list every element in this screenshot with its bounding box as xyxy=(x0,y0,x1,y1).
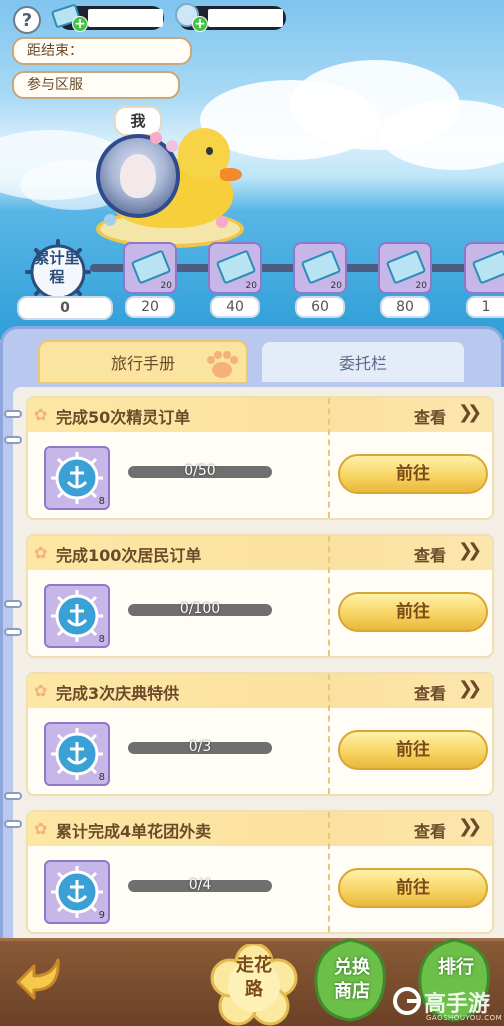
double-chevron-right-icon[interactable]: ❯❯ xyxy=(458,678,482,699)
reward-item[interactable]: 8 xyxy=(44,584,110,648)
progress-text: 0/50 xyxy=(184,463,216,479)
milestone-reward[interactable]: 20 xyxy=(293,242,347,294)
flower-decoration xyxy=(216,216,228,228)
server-label: 参与区服 xyxy=(27,77,83,93)
ticket-icon xyxy=(385,249,427,285)
mileage-current: 0 xyxy=(17,296,113,320)
reward-item[interactable]: 8 xyxy=(44,446,110,510)
duck-beak xyxy=(220,168,242,181)
dashed-divider xyxy=(328,812,330,932)
dashed-divider xyxy=(328,536,330,656)
flower-decoration xyxy=(150,132,162,144)
binder-ring xyxy=(4,628,22,636)
double-chevron-right-icon[interactable]: ❯❯ xyxy=(458,402,482,423)
task-card: ✿ 完成100次居民订单 查看 ❯❯ 8 0/100 前往 xyxy=(26,534,494,658)
countdown-label: 距结束： xyxy=(27,43,83,59)
view-button[interactable]: 查看 xyxy=(414,542,446,566)
ticket-icon xyxy=(130,249,172,285)
exchange-shop-label: 兑换 商店 xyxy=(334,957,370,1002)
gem-resource: + xyxy=(175,3,286,32)
watermark-logo-icon xyxy=(393,987,421,1015)
binder-ring xyxy=(4,600,22,608)
countdown-box: 距结束： xyxy=(12,37,192,65)
help-icon: ? xyxy=(21,9,33,31)
ticket-resource: + xyxy=(51,4,164,32)
view-button[interactable]: 查看 xyxy=(414,404,446,428)
milestone-reward[interactable] xyxy=(464,242,504,294)
duck-eye xyxy=(206,147,213,155)
server-box: 参与区服 xyxy=(12,71,180,99)
milestone-label: 1 xyxy=(466,296,504,318)
milestone-reward[interactable]: 20 xyxy=(123,242,177,294)
ticket-icon xyxy=(215,249,257,285)
milestone-label: 20 xyxy=(125,296,175,318)
dashed-divider xyxy=(328,398,330,518)
reward-count: 20 xyxy=(330,281,342,291)
reward-count: 20 xyxy=(160,281,172,291)
binder-ring xyxy=(4,820,22,828)
task-title: 完成100次居民订单 xyxy=(56,546,202,565)
go-button[interactable]: 前往 xyxy=(338,592,488,632)
ticket-icon xyxy=(300,249,342,285)
milestone-label: 80 xyxy=(380,296,430,318)
reward-count: 8 xyxy=(98,496,105,507)
walk-flower-road-label: 走花路 xyxy=(236,955,272,1000)
watermark-subtext: GAOSHOUYOU.COM xyxy=(426,1014,503,1022)
ticket-count xyxy=(88,9,163,27)
task-title: 完成3次庆典特供 xyxy=(56,684,180,703)
flower-icon: ✿ xyxy=(34,681,48,700)
flower-decoration xyxy=(104,214,116,226)
reward-count: 8 xyxy=(98,634,105,645)
milestone-label: 40 xyxy=(210,296,260,318)
add-ticket-button[interactable]: + xyxy=(72,16,88,32)
go-button[interactable]: 前往 xyxy=(338,730,488,770)
task-card: ✿ 完成50次精灵订单 查看 ❯❯ 8 0/50 前往 xyxy=(26,396,494,520)
view-button[interactable]: 查看 xyxy=(414,680,446,704)
reward-count: 20 xyxy=(245,281,257,291)
gem-count xyxy=(208,9,283,27)
milestone-reward[interactable]: 20 xyxy=(378,242,432,294)
paw-icon xyxy=(207,351,238,378)
dashed-divider xyxy=(328,674,330,794)
double-chevron-right-icon[interactable]: ❯❯ xyxy=(458,540,482,561)
flower-icon: ✿ xyxy=(34,543,48,562)
reward-count: 9 xyxy=(98,910,105,921)
binder-ring xyxy=(4,792,22,800)
task-title: 累计完成4单花团外卖 xyxy=(56,822,212,841)
task-card: ✿ 累计完成4单花团外卖 查看 ❯❯ 9 0/4 前往 xyxy=(26,810,494,934)
reward-item[interactable]: 8 xyxy=(44,722,110,786)
milestone-reward[interactable]: 20 xyxy=(208,242,262,294)
mileage-label: 累计里程 xyxy=(34,249,80,286)
progress-text: 0/3 xyxy=(188,739,212,755)
progress-text: 0/4 xyxy=(188,877,212,893)
progress-text: 0/100 xyxy=(179,601,221,617)
reward-count: 8 xyxy=(98,772,105,783)
double-chevron-right-icon[interactable]: ❯❯ xyxy=(458,816,482,837)
top-resource-bar: ? + + xyxy=(0,3,504,34)
go-button[interactable]: 前往 xyxy=(338,454,488,494)
help-button[interactable]: ? xyxy=(13,6,41,34)
view-button[interactable]: 查看 xyxy=(414,818,446,842)
task-title: 完成50次精灵订单 xyxy=(56,408,191,427)
tab-commission[interactable]: 委托栏 xyxy=(260,340,466,384)
milestone-label: 60 xyxy=(295,296,345,318)
go-button[interactable]: 前往 xyxy=(338,868,488,908)
binder-ring xyxy=(4,436,22,444)
ticket-icon xyxy=(471,249,504,285)
flower-icon: ✿ xyxy=(34,819,48,838)
flower-icon: ✿ xyxy=(34,405,48,424)
back-arrow-icon[interactable] xyxy=(12,952,66,1000)
reward-count: 20 xyxy=(415,281,427,291)
flower-decoration xyxy=(166,140,178,152)
ranking-label: 排行 xyxy=(438,957,474,978)
binder-ring xyxy=(4,410,22,418)
add-gem-button[interactable]: + xyxy=(192,16,208,32)
reward-item[interactable]: 9 xyxy=(44,860,110,924)
task-card: ✿ 完成3次庆典特供 查看 ❯❯ 8 0/3 前往 xyxy=(26,672,494,796)
